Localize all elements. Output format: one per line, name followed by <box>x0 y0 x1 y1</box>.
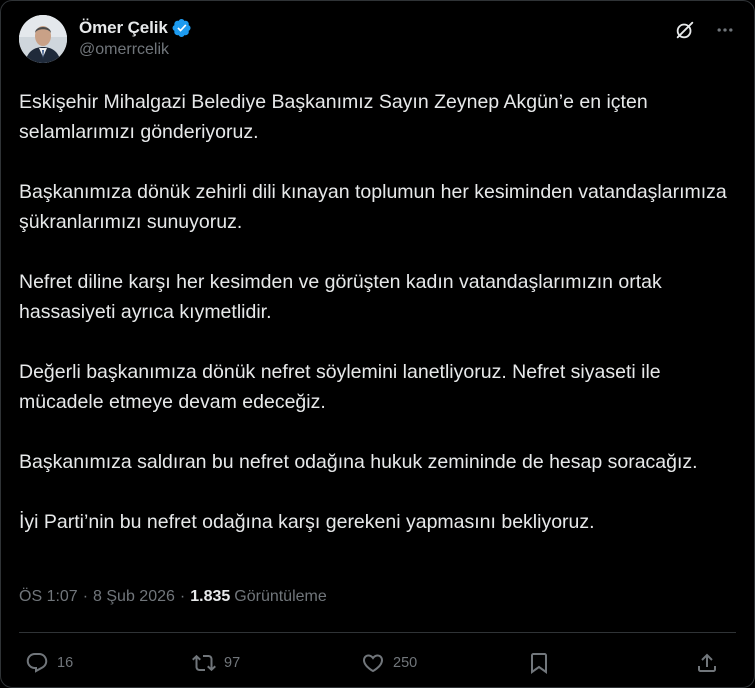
tweet-text: Eskişehir Mihalgazi Belediye Başkanımız … <box>19 87 731 567</box>
tweet-card: Ömer Çelik @omerrcelik Eskişehir Mihalga… <box>0 0 755 688</box>
tweet-paragraph: Başkanımıza saldıran bu nefret odağına h… <box>19 451 698 473</box>
author-handle[interactable]: @omerrcelik <box>79 41 192 59</box>
views-count: 1.835 <box>190 588 231 605</box>
tweet-meta: ÖS 1:07 · 8 Şub 2026 · 1.835 Görüntüleme <box>19 588 327 606</box>
like-count: 250 <box>393 655 418 671</box>
tweet-date[interactable]: 8 Şub 2026 <box>93 588 175 606</box>
views-label: Görüntüleme <box>234 588 327 605</box>
heart-icon <box>362 654 384 673</box>
reply-icon <box>26 653 48 673</box>
tweet-time[interactable]: ÖS 1:07 <box>19 588 78 606</box>
reply-count: 16 <box>57 655 74 671</box>
tweet-paragraph: İyi Parti’nin bu nefret odağına karşı ge… <box>19 511 595 533</box>
reply-button[interactable]: 16 <box>25 651 73 675</box>
tweet-header: Ömer Çelik @omerrcelik <box>19 15 736 71</box>
avatar-image <box>19 15 67 63</box>
grok-icon[interactable] <box>674 19 696 41</box>
meta-separator: · <box>82 588 89 605</box>
tweet-paragraph: Eskişehir Mihalgazi Belediye Başkanımız … <box>19 91 648 143</box>
divider <box>19 632 736 633</box>
name-row: Ömer Çelik <box>79 17 192 39</box>
share-button[interactable] <box>695 651 719 675</box>
header-actions <box>674 19 736 41</box>
author-block: Ömer Çelik @omerrcelik <box>79 17 192 59</box>
action-bar: 16 97 250 <box>25 651 721 679</box>
meta-separator: · <box>179 588 186 605</box>
author-name[interactable]: Ömer Çelik <box>79 18 168 38</box>
bookmark-button[interactable] <box>527 651 551 675</box>
verified-badge-icon <box>172 18 192 38</box>
bookmark-icon <box>531 653 547 674</box>
more-icon[interactable] <box>714 19 736 41</box>
tweet-paragraph: Nefret diline karşı her kesimden ve görü… <box>19 271 662 323</box>
tweet-paragraph: Başkanımıza dönük zehirli dili kınayan t… <box>19 181 727 233</box>
tweet-paragraph: Değerli başkanımıza dönük nefret söylemi… <box>19 361 661 413</box>
share-icon <box>698 653 716 672</box>
repost-button[interactable]: 97 <box>192 651 240 675</box>
repost-icon <box>192 654 216 672</box>
like-button[interactable]: 250 <box>361 651 417 675</box>
repost-count: 97 <box>224 655 241 671</box>
avatar[interactable] <box>19 15 67 63</box>
